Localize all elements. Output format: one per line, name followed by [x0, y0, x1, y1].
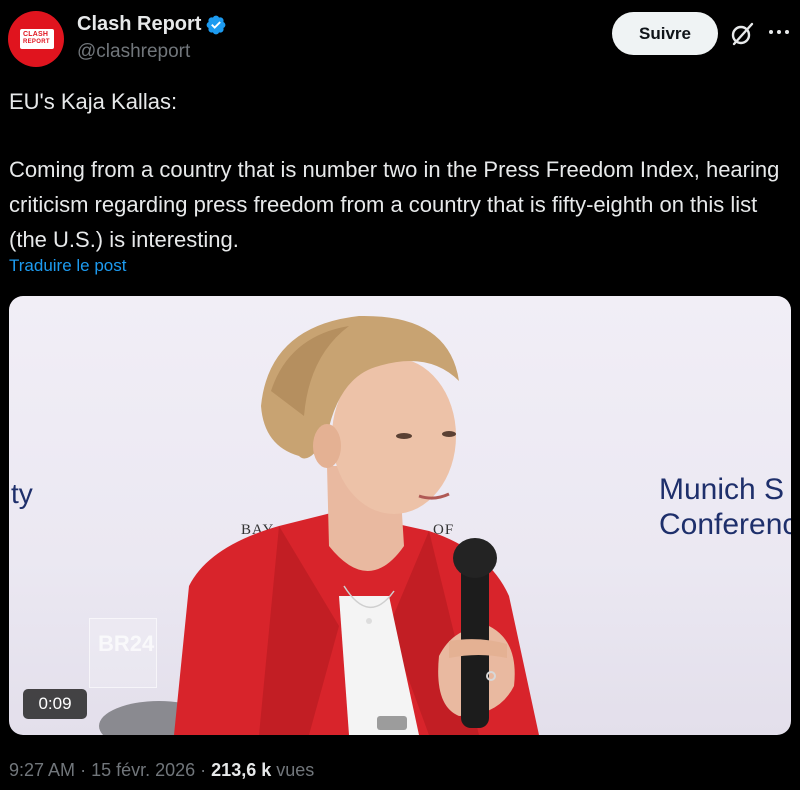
post-date[interactable]: 15 févr. 2026	[91, 760, 195, 780]
views-count: 213,6 k	[211, 760, 272, 780]
post-text-intro: EU's Kaja Kallas:	[9, 89, 178, 114]
post-header: CLASH REPORT Clash Report @clashreport S…	[0, 0, 800, 70]
author-name-row: Clash Report	[77, 13, 227, 36]
post-time[interactable]: 9:27 AM	[9, 760, 75, 780]
video-duration-badge: 0:09	[23, 689, 87, 719]
video-player[interactable]: ty BAY OF Munich S Conferenc BR24 0:09	[9, 296, 791, 735]
avatar-logo-line2: REPORT	[23, 39, 50, 45]
follow-button[interactable]: Suivre	[612, 12, 718, 55]
avatar-logo-line1: CLASH	[23, 31, 49, 38]
br24-watermark-text: BR24	[98, 631, 155, 656]
grok-icon[interactable]	[728, 20, 756, 48]
views-label: vues	[276, 760, 315, 780]
post-meta: 9:27 AM · 15 févr. 2026 · 213,6 k vues	[9, 760, 314, 781]
verified-badge-icon[interactable]	[205, 14, 227, 36]
meta-separator-2: ·	[200, 760, 212, 780]
avatar[interactable]: CLASH REPORT	[8, 11, 64, 67]
more-horizontal-icon[interactable]	[766, 22, 792, 42]
display-name[interactable]: Clash Report	[77, 13, 201, 36]
translate-post-link[interactable]: Traduire le post	[9, 256, 126, 276]
post-text-body: Coming from a country that is number two…	[9, 157, 780, 252]
meta-separator-1: ·	[80, 760, 92, 780]
br24-watermark: BR24	[89, 618, 157, 688]
author-handle[interactable]: @clashreport	[77, 41, 190, 63]
